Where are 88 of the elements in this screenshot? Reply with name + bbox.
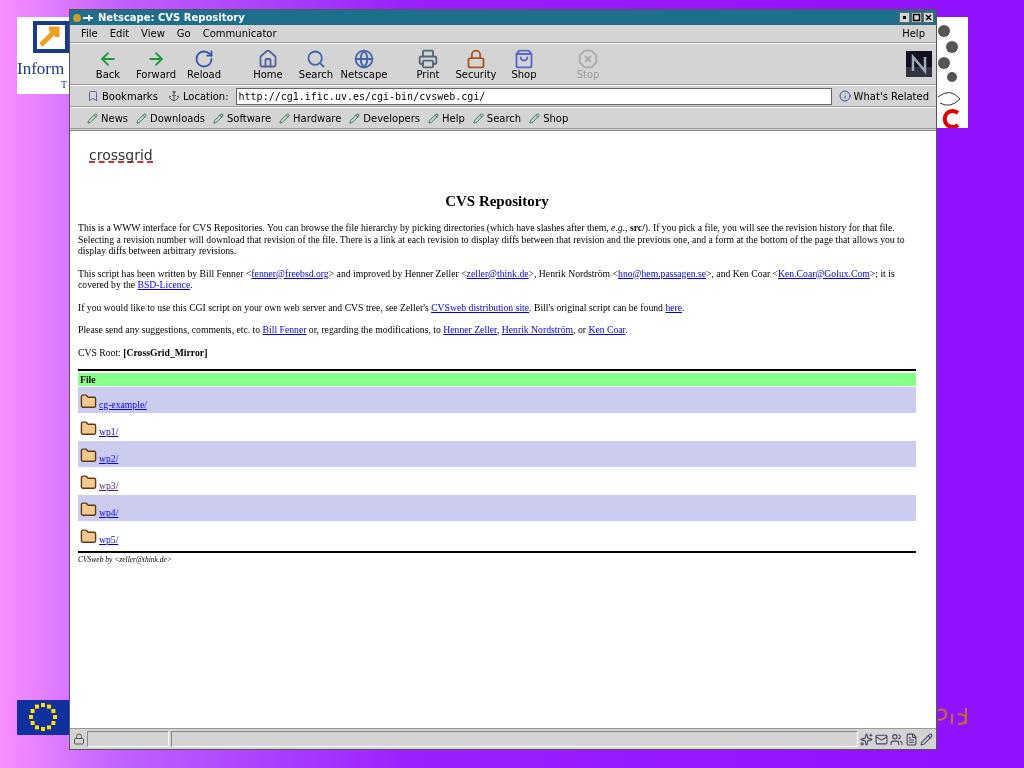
folder-link[interactable]: wp4/: [99, 507, 119, 518]
folder-icon: [80, 528, 97, 545]
padlock-icon: [466, 48, 486, 69]
gear-icon[interactable]: [72, 12, 94, 23]
folder-link[interactable]: wp2/: [99, 453, 119, 464]
page-heading: CVS Repository: [444, 193, 550, 210]
toolbar-button[interactable]: Shop: [500, 46, 548, 82]
bookmark-icon: [87, 90, 99, 102]
paragraph: Please send any suggestions, comments, etc. to Bill Fenner or, regarding the modifications, to Henner Zeller, Henrik Nordström, or Ken Coar.: [78, 324, 629, 336]
people-icon[interactable]: [890, 732, 903, 746]
folder-link[interactable]: cg-example/: [99, 399, 147, 410]
link[interactable]: zeller@think.de: [466, 267, 529, 279]
toolbar-button[interactable]: Reload: [180, 46, 228, 82]
menu-item[interactable]: Help: [897, 28, 930, 39]
folder-link[interactable]: wp1/: [99, 426, 119, 437]
toolbar-button[interactable]: Security: [452, 46, 500, 82]
pencil-icon: [529, 112, 541, 124]
stop-icon: [578, 48, 598, 69]
pencil-icon[interactable]: [920, 732, 933, 746]
link[interactable]: Henner Zeller: [443, 324, 497, 335]
folder-link[interactable]: wp5/: [99, 534, 119, 545]
paragraph: CVS Root: [CrossGrid_Mirror]: [78, 346, 209, 358]
link[interactable]: hno@hem.passagen.se: [618, 267, 707, 279]
home-icon: [258, 48, 278, 69]
toolbar-button[interactable]: Print: [404, 46, 452, 82]
column-header: File: [78, 373, 916, 386]
toolbar-button[interactable]: Home: [244, 46, 292, 82]
personal-toolbar-link[interactable]: Shop: [526, 112, 572, 124]
folder-icon: [80, 447, 97, 464]
logo-text: Inform: [17, 59, 65, 79]
folder-icon: [80, 393, 97, 410]
shopping-bag-icon: [514, 48, 534, 69]
pencil-icon: [212, 112, 224, 124]
document-icon[interactable]: [905, 732, 918, 746]
toolbar-button[interactable]: Netscape: [340, 46, 388, 82]
anchor-icon: [167, 90, 180, 102]
padlock-icon[interactable]: [73, 733, 85, 745]
minimize-button[interactable]: [899, 12, 910, 23]
personal-toolbar-link[interactable]: Hardware: [276, 112, 345, 124]
personal-toolbar-link[interactable]: Help: [424, 112, 468, 124]
toolbar-button[interactable]: Search: [292, 46, 340, 82]
sparkle-icon[interactable]: [860, 732, 873, 746]
personal-toolbar-link[interactable]: News: [84, 112, 132, 124]
folder-link[interactable]: wp3/: [99, 480, 119, 491]
link[interactable]: Ken.Coar@Golux.Com: [778, 267, 870, 279]
folder-icon: [80, 474, 97, 491]
reload-icon: [194, 48, 214, 69]
pencil-icon: [472, 112, 484, 124]
personal-toolbar-link[interactable]: Software: [209, 112, 275, 124]
link[interactable]: fenner@freebsd.org: [251, 267, 329, 279]
globe-icon: [354, 48, 374, 69]
mail-icon[interactable]: [875, 732, 888, 746]
pencil-icon: [87, 112, 98, 124]
pencil-icon: [136, 112, 148, 124]
maximize-button[interactable]: [911, 12, 922, 23]
window-title: Netscape: CVS Repository: [98, 12, 245, 23]
personal-toolbar-link[interactable]: Downloads: [133, 112, 208, 124]
arrow-logo-icon: [31, 19, 71, 55]
flag-drawing: [17, 700, 70, 735]
whats-related-button[interactable]: What's Related: [835, 90, 932, 102]
toolbar-button[interactable]: Back: [84, 46, 132, 82]
location-label: Location:: [164, 90, 232, 102]
pencil-icon: [279, 112, 291, 124]
menu-item[interactable]: File: [76, 28, 103, 39]
menu-item[interactable]: View: [136, 28, 170, 39]
close-button[interactable]: [923, 12, 934, 23]
paragraph: This is a WWW interface for CVS Repositories. You can browse the file hierarchy by picking directories (which have slashes after them, e.g., src/). If you pick a file, you will see the revision history for that file. Selecting a revision number will download that revision of the file. There is a link at each revision to display diffs between that revision and the previous one, and a form at the bottom of the page that allows you to display diffs between arbitrary revisions.: [78, 222, 906, 257]
toolbar-button[interactable]: Forward: [132, 46, 180, 82]
paragraph: If you would like to use this CGI script on your own web server and CVS tree, see Zeller's CVSweb distribution site. Bill's original script can be found here.: [78, 301, 686, 313]
personal-toolbar-link[interactable]: Search: [469, 112, 525, 124]
n-logo-icon[interactable]: [906, 51, 932, 77]
link[interactable]: Bill Fenner: [262, 324, 307, 335]
bookmarks-button[interactable]: Bookmarks: [84, 90, 161, 102]
printer-icon: [418, 48, 438, 69]
menu-item[interactable]: Edit: [104, 28, 135, 39]
search-icon: [306, 48, 326, 69]
crossgrid-logo: crossgrid: [89, 149, 153, 163]
url-field[interactable]: http://cg1.ific.uv.es/cgi-bin/cvsweb.cgi/: [235, 87, 832, 105]
info-icon: [838, 90, 851, 102]
folder-icon: [80, 501, 97, 518]
paragraph: This script has been written by Bill Fenner <fenner@freebsd.org> and improved by Henner Zeller <zeller@think.de>, Henrik Nordström <hno@hem.passagen.se>, and Ken Coar <Ken.Coar@Golux.Com>; it is covered by the BSD-Licence.: [78, 267, 896, 291]
pencil-icon: [349, 112, 361, 124]
menu-item[interactable]: Communicator: [197, 28, 282, 39]
menu-item[interactable]: Go: [171, 28, 196, 39]
pencil-icon: [427, 112, 439, 124]
logo-subtext: T: [61, 79, 68, 90]
folder-icon: [80, 420, 97, 437]
personal-toolbar-link[interactable]: Developers: [346, 112, 423, 124]
